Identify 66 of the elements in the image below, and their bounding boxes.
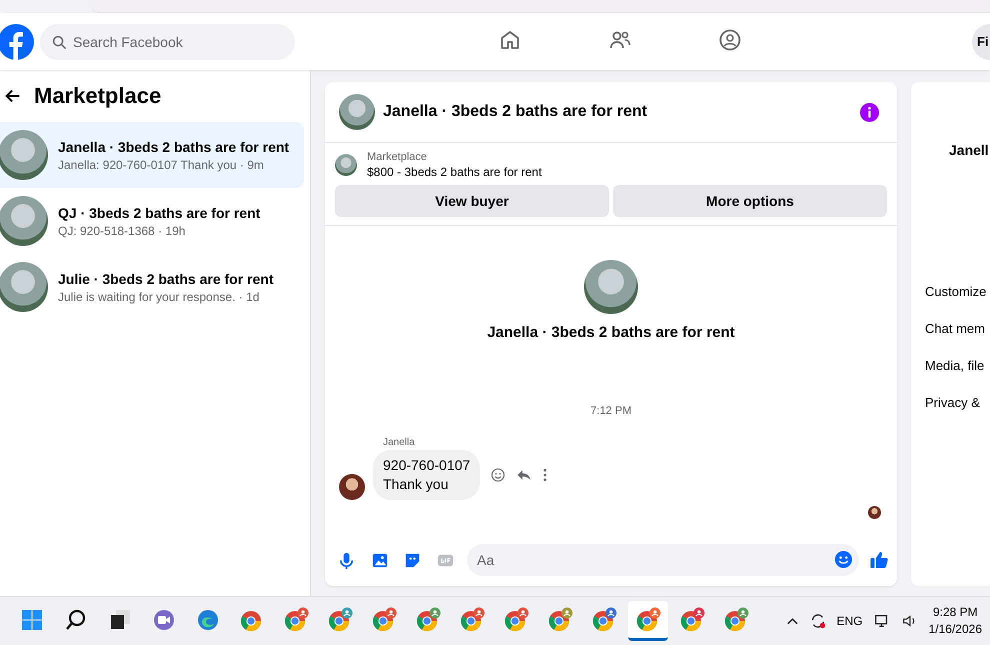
search-icon xyxy=(52,34,67,50)
conversation-item[interactable]: Janella · 3beds 2 baths are for rent Janella: 920-760-0107 Thank you · 9m xyxy=(0,122,304,188)
house-photo-placeholder xyxy=(339,94,375,130)
chrome-icon[interactable] xyxy=(459,606,485,632)
sender-name: Janella xyxy=(383,437,416,448)
profile-button[interactable]: Fi xyxy=(972,24,990,60)
back-arrow-icon[interactable] xyxy=(4,87,22,105)
search-icon[interactable] xyxy=(64,608,88,632)
seen-avatar-placeholder xyxy=(868,506,881,519)
conversation-preview: Janella: 920-760-0107 Thank you · 9m xyxy=(58,158,265,172)
conversation-title: Julie · 3beds 2 baths are for rent xyxy=(58,270,274,286)
chrome-icon[interactable] xyxy=(547,606,573,632)
task-view-icon[interactable] xyxy=(108,608,132,632)
windows-logo-icon[interactable] xyxy=(20,608,44,632)
view-buyer-button[interactable]: View buyer xyxy=(335,185,609,217)
chrome-icon[interactable] xyxy=(503,606,529,632)
more-icon[interactable] xyxy=(542,467,548,483)
house-photo-placeholder xyxy=(584,260,638,314)
house-photo-placeholder xyxy=(0,130,48,180)
chrome-icon[interactable] xyxy=(371,606,397,632)
avatar-placeholder xyxy=(339,474,365,500)
home-icon[interactable] xyxy=(498,28,522,52)
info-icon[interactable] xyxy=(860,102,879,122)
chrome-icon[interactable] xyxy=(415,606,441,632)
facebook-logo[interactable] xyxy=(0,24,34,60)
conversation-preview: QJ: 920-518-1368 · 19h xyxy=(58,224,186,238)
caret-up-icon[interactable] xyxy=(786,616,799,626)
chrome-icon[interactable] xyxy=(679,606,705,632)
chrome-icon[interactable] xyxy=(591,606,617,632)
language-indicator[interactable]: ENG xyxy=(836,614,863,628)
contact-name: Janell xyxy=(949,142,990,158)
edge-browser-icon[interactable] xyxy=(196,608,220,632)
details-menu-item[interactable]: Media, file xyxy=(925,358,990,373)
microphone-icon[interactable] xyxy=(337,550,356,570)
listing-source: Marketplace xyxy=(367,151,428,163)
chrome-icon[interactable] xyxy=(723,606,749,632)
clock[interactable]: 9:28 PM 1/16/2026 xyxy=(928,604,982,638)
chrome-icon[interactable] xyxy=(635,606,661,632)
house-photo-placeholder xyxy=(0,196,48,246)
chrome-icon[interactable] xyxy=(327,606,353,632)
chat-title: Janella · 3beds 2 baths are for rent xyxy=(383,103,648,121)
person-circle-icon[interactable] xyxy=(718,28,742,52)
chrome-icon[interactable] xyxy=(283,606,309,632)
thumbs-up-icon[interactable] xyxy=(869,550,889,570)
conversation-title: Janella · 3beds 2 baths are for rent xyxy=(58,138,290,154)
chat-intro-title: Janella · 3beds 2 baths are for rent xyxy=(487,324,735,341)
smiley-icon[interactable] xyxy=(490,467,506,483)
listing-title: $800 - 3beds 2 baths are for rent xyxy=(367,165,542,179)
details-menu-item[interactable]: Customize xyxy=(925,284,990,299)
more-options-button[interactable]: More options xyxy=(613,185,887,217)
search-field[interactable]: Search Facebook xyxy=(40,24,295,60)
details-menu-item[interactable]: Privacy & xyxy=(925,395,990,410)
chrome-app-button[interactable] xyxy=(628,601,668,641)
conversation-item[interactable]: Julie · 3beds 2 baths are for rent Julie is waiting for your response. · 1d xyxy=(0,254,304,320)
sidebar-title: Marketplace xyxy=(34,83,162,109)
emoji-icon[interactable] xyxy=(834,550,853,569)
message-input-field[interactable]: Aa xyxy=(467,544,859,576)
house-photo-placeholder xyxy=(335,154,357,176)
conversation-title: QJ · 3beds 2 baths are for rent xyxy=(58,204,260,220)
conversation-item[interactable]: QJ · 3beds 2 baths are for rent QJ: 920-518-1368 · 19h xyxy=(0,188,304,254)
message-timestamp: 7:12 PM xyxy=(590,405,632,417)
video-camera-icon[interactable] xyxy=(152,608,176,632)
house-photo-placeholder xyxy=(0,262,48,312)
conversation-preview: Julie is waiting for your response. · 1d xyxy=(58,290,260,304)
details-menu-item[interactable]: Chat mem xyxy=(925,321,990,336)
message-bubble: 920-760-0107 Thank you xyxy=(373,450,480,500)
